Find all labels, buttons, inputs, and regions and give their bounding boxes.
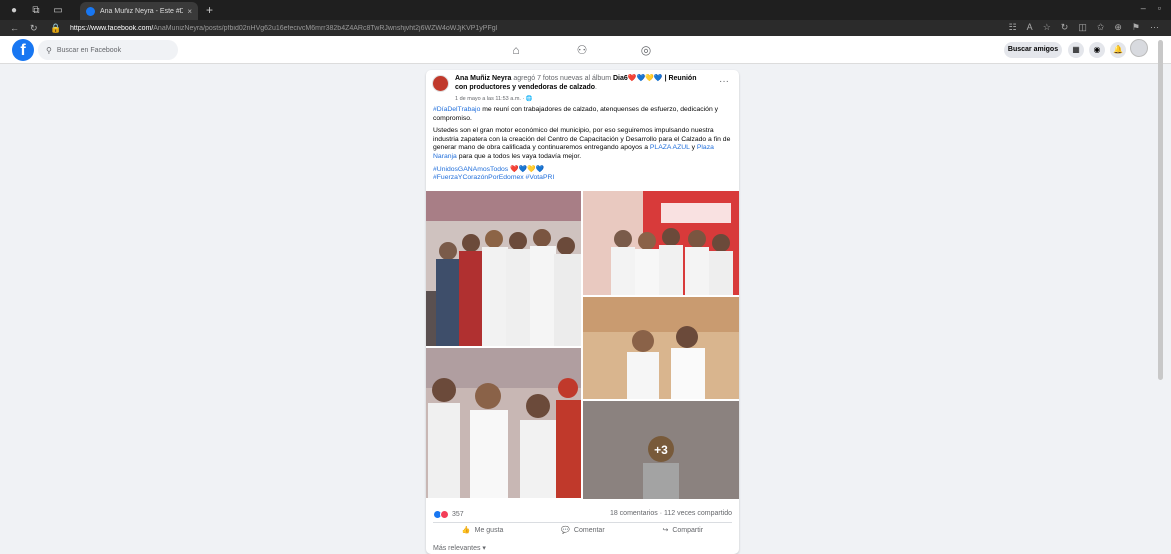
messenger-icon[interactable]: ◉	[1089, 42, 1105, 58]
window-controls: – ▫	[1141, 3, 1161, 13]
url-path: AnaMunizNeyra/posts/pfbid02nHVg62u16efec…	[153, 24, 498, 32]
menu-icon[interactable]: ⋯	[1150, 22, 1159, 33]
photo-grid: +3	[426, 191, 739, 554]
hashtag-dia-del-trabajo[interactable]: #DíaDelTrabajo	[433, 106, 480, 113]
hashtag-line-1: #UnidosGANAmosTodos ❤️💙💛💙	[433, 166, 735, 175]
photo-4[interactable]	[426, 348, 581, 498]
find-friends-button[interactable]: Buscar amigos	[1004, 42, 1062, 58]
search-placeholder: Buscar en Facebook	[56, 46, 122, 54]
lock-icon: 🔒	[50, 22, 62, 33]
author-name[interactable]: Ana Muñiz Neyra	[455, 75, 511, 82]
friends-icon[interactable]: ⚇	[574, 42, 590, 58]
address-bar: ← ↻ 🔒 https://www.facebook.com/ AnaMuniz…	[0, 20, 1171, 36]
split-screen-icon[interactable]: ◫	[1078, 22, 1087, 33]
account-avatar[interactable]	[1130, 39, 1148, 57]
comment-icon: 💬	[561, 527, 570, 534]
like-button[interactable]: 👍 Me gusta	[461, 526, 504, 535]
paragraph-2-end: para que a todos les vaya todavía mejor.	[456, 152, 582, 160]
post-options-icon[interactable]: ···	[719, 76, 729, 87]
hashtag-unidos[interactable]: #UnidosGANAmosTodos ❤️💙💛💙	[433, 166, 544, 173]
workspaces-icon[interactable]: ⧉	[28, 3, 44, 17]
facebook-logo-icon[interactable]: f	[12, 39, 34, 61]
reactions-summary[interactable]: 357	[433, 510, 464, 519]
restore-icon[interactable]: ▫	[1158, 3, 1161, 13]
share-button[interactable]: ↪ Compartir	[662, 526, 704, 535]
post-paragraph-2: Ustedes son el gran motor económico del …	[433, 127, 735, 161]
close-tab-icon[interactable]: ×	[187, 7, 192, 16]
post-timestamp[interactable]: 1 de mayo a las 11:53 a.m. · 🌐	[455, 96, 533, 102]
post-paragraph-1: #DíaDelTrabajo me reuní con trabajadores…	[433, 106, 735, 123]
comments-shares-count[interactable]: 18 comentarios · 112 veces compartido	[610, 510, 732, 517]
post-period: .	[595, 84, 597, 91]
photo-1[interactable]	[426, 191, 581, 346]
home-icon[interactable]: ⌂	[508, 42, 524, 58]
favorite-icon[interactable]: ☆	[1043, 22, 1051, 33]
search-input[interactable]: ⚲ Buscar en Facebook	[38, 40, 178, 60]
like-icon: 👍	[461, 527, 471, 534]
back-icon[interactable]: ←	[10, 23, 20, 33]
minimize-icon[interactable]: –	[1141, 3, 1146, 13]
post-text: #DíaDelTrabajo me reuní con trabajadores…	[433, 106, 735, 187]
collections-icon[interactable]: ⊕	[1114, 22, 1122, 33]
post-action: agregó 7 fotos nuevas al álbum	[511, 75, 613, 82]
post-actions: 👍 Me gusta 💬 Comentar ↪ Compartir	[433, 526, 732, 535]
more-photos-overlay[interactable]: +3	[583, 401, 739, 499]
refresh-page-icon[interactable]: ↻	[1061, 22, 1069, 33]
tab-title: Ana Muñiz Neyra - Este #DíaDel	[100, 7, 184, 15]
url-host: https://www.facebook.com/	[70, 24, 154, 32]
page-scrollbar[interactable]	[1158, 40, 1163, 380]
url-field[interactable]: https://www.facebook.com/ AnaMunizNeyra/…	[70, 25, 770, 32]
browser-tab[interactable]: Ana Muñiz Neyra - Este #DíaDel ×	[80, 2, 198, 20]
favorites-icon[interactable]: ✩	[1097, 22, 1105, 33]
love-reaction-icon	[440, 510, 449, 519]
refresh-icon[interactable]: ↻	[30, 23, 40, 34]
actions-divider	[433, 522, 732, 523]
notifications-icon[interactable]: 🔔	[1110, 42, 1126, 58]
read-aloud-icon[interactable]: A	[1027, 22, 1033, 33]
photo-2[interactable]	[583, 191, 739, 295]
photo-5[interactable]: +3	[583, 401, 739, 499]
hashtags-bottom[interactable]: #FuerzaYCorazónPorEdomex #VotaPRI	[433, 174, 554, 181]
profile-icon[interactable]: ●	[6, 3, 22, 17]
groups-icon[interactable]: ◎	[638, 42, 654, 58]
share-label: Compartir	[672, 526, 704, 534]
new-tab-button[interactable]: +	[206, 3, 213, 17]
author-avatar[interactable]	[432, 75, 449, 92]
post-card: Ana Muñiz Neyra agregó 7 fotos nuevas al…	[426, 70, 739, 554]
tab-actions-icon[interactable]: ▭	[50, 3, 66, 17]
extensions-icon[interactable]: ⚑	[1132, 22, 1140, 33]
post-header: Ana Muñiz Neyra agregó 7 fotos nuevas al…	[455, 74, 710, 92]
facebook-header: f ⚲ Buscar en Facebook ⌂ ⚇ ◎ Buscar amig…	[0, 36, 1171, 64]
photo-3[interactable]	[583, 297, 739, 399]
comment-label: Comentar	[573, 526, 605, 534]
browser-titlebar: ● ⧉ ▭ Ana Muñiz Neyra - Este #DíaDel × +…	[0, 0, 1171, 20]
comment-sort-dropdown[interactable]: Más relevantes ▾	[433, 544, 486, 552]
plaza-azul-link[interactable]: PLAZA AZUL	[650, 144, 690, 151]
facebook-favicon-icon	[86, 6, 95, 16]
search-icon: ⚲	[46, 45, 52, 55]
like-label: Me gusta	[474, 526, 504, 534]
reaction-count: 357	[452, 511, 464, 518]
and-text: y	[689, 144, 697, 152]
reader-icon[interactable]: ☷	[1009, 22, 1017, 33]
share-icon: ↪	[662, 527, 669, 534]
menu-grid-icon[interactable]: ▦	[1068, 42, 1084, 58]
toolbar-icons: ☷ A ☆ ↻ ◫ ✩ ⊕ ⚑ ⋯	[1009, 22, 1159, 33]
comment-button[interactable]: 💬 Comentar	[561, 526, 605, 535]
hashtag-line-2: #FuerzaYCorazónPorEdomex #VotaPRI	[433, 174, 735, 183]
